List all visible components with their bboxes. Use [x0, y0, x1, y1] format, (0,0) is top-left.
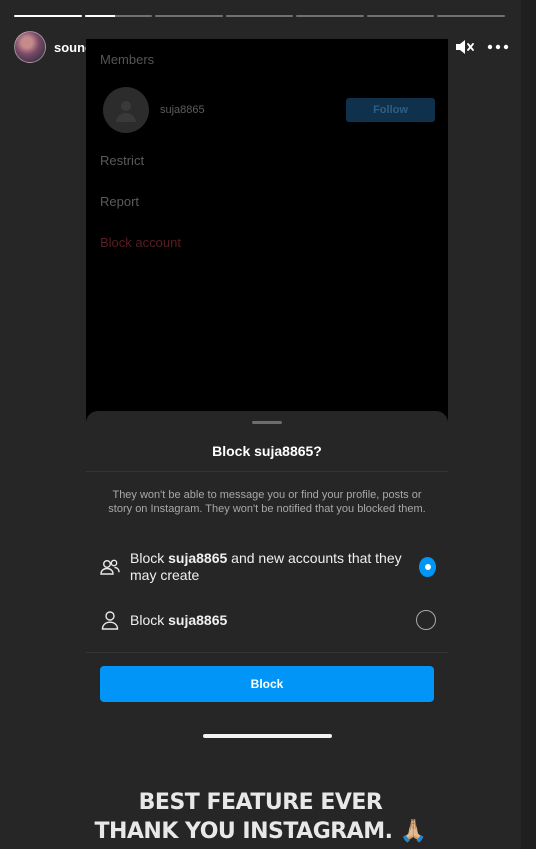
divider: [86, 652, 448, 653]
side-strip: [521, 0, 536, 849]
progress-segment: [84, 15, 153, 17]
progress-segment: [14, 15, 82, 17]
mute-icon[interactable]: [455, 37, 475, 57]
member-name: suja8865: [160, 104, 205, 116]
people-icon: [100, 557, 120, 577]
restrict-item: Restrict: [100, 153, 145, 168]
option2-label: Block suja8865: [130, 611, 228, 628]
option2-radio[interactable]: [416, 610, 436, 630]
sheet-description: They won't be able to message you or fin…: [108, 489, 426, 515]
progress-segment: [437, 15, 506, 17]
caption-line-2: THANK YOU INSTAGRAM. 🙏🏼: [94, 819, 427, 844]
divider: [86, 471, 448, 472]
sheet-handle: [252, 421, 282, 424]
block-button[interactable]: Block: [100, 666, 434, 702]
home-indicator: [203, 734, 332, 738]
sheet-title: Block suja8865?: [212, 443, 322, 459]
progress-fill: [84, 15, 115, 17]
avatar[interactable]: [14, 31, 46, 63]
progress-segment: [296, 15, 364, 17]
block-option-account: Block suja8865: [100, 610, 436, 630]
more-icon[interactable]: [487, 37, 509, 57]
progress-segment: [366, 15, 435, 17]
block-option-new-accounts: Block suja8865 and new accounts that the…: [100, 550, 436, 584]
story-progress: [14, 15, 506, 18]
members-header: Members: [100, 52, 155, 67]
member-row: suja8865 Follow: [103, 87, 435, 133]
option1-label: Block suja8865 and new accounts that the…: [130, 550, 402, 583]
progress-fill: [14, 15, 82, 17]
story-caption: BEST FEATURE EVER THANK YOU INSTAGRAM. 🙏…: [0, 788, 521, 846]
progress-segment: [155, 15, 223, 17]
progress-segment: [225, 15, 294, 17]
story-view: soundarya_offl 22h Members suja8865 Foll…: [0, 0, 521, 849]
block-sheet: Block suja8865? They won't be able to me…: [86, 411, 448, 745]
follow-button: Follow: [346, 98, 435, 122]
block-account-item: Block account: [100, 235, 181, 250]
person-icon: [100, 610, 120, 630]
caption-line-1: BEST FEATURE EVER: [138, 790, 383, 815]
member-avatar: [103, 87, 149, 133]
option1-radio[interactable]: [419, 557, 436, 577]
report-item: Report: [100, 194, 140, 209]
